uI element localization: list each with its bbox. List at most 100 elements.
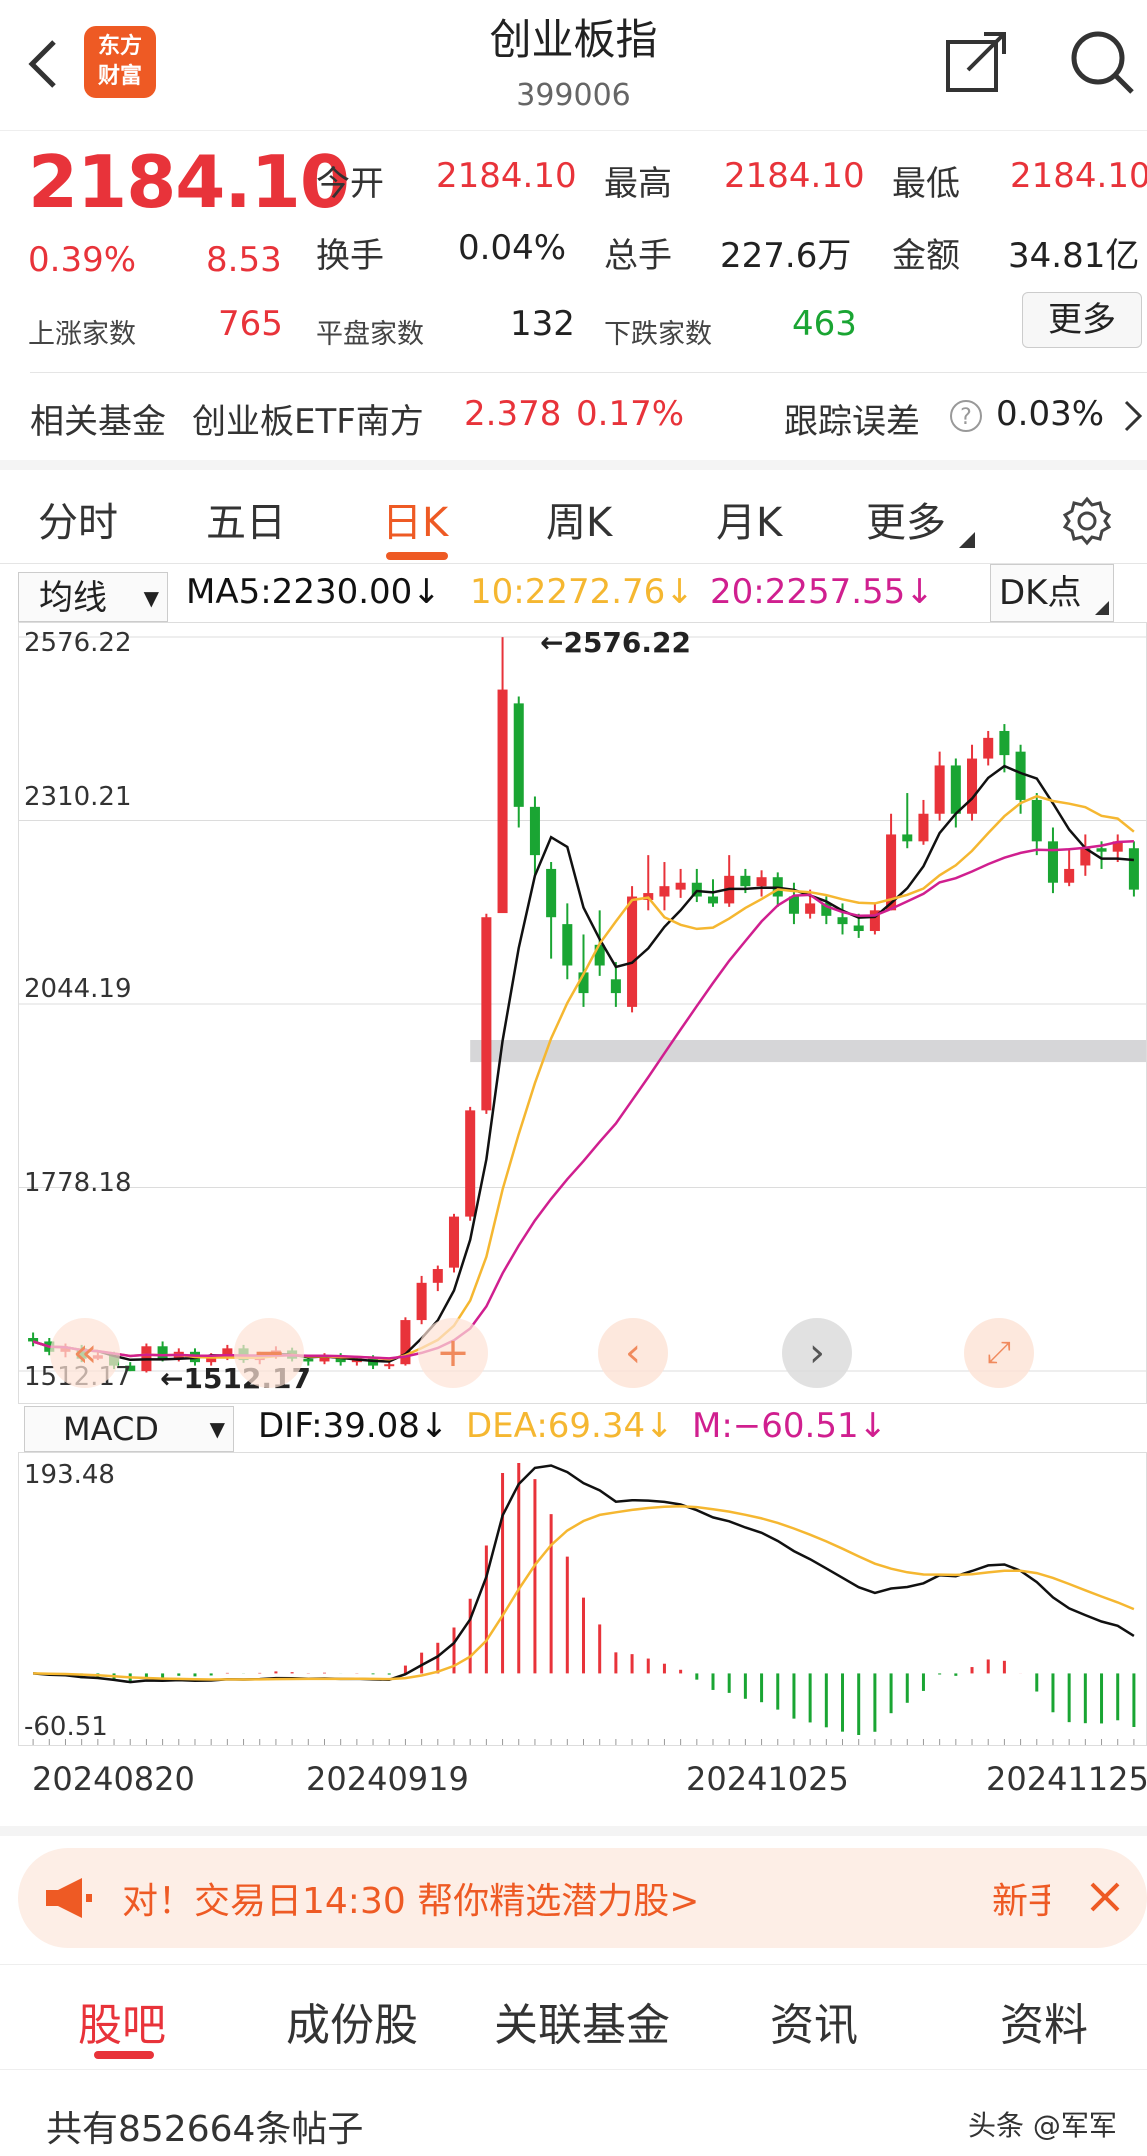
candle-body-37 xyxy=(627,896,638,1007)
turnover-value: 0.04% xyxy=(458,228,567,268)
macd-svg xyxy=(32,1463,1136,1745)
tab-forum[interactable]: 股吧 xyxy=(78,1989,166,2053)
banner-tag: 新手 xyxy=(992,1881,1050,1922)
macd-y-tick-0: 193.48 xyxy=(24,1460,115,1490)
candle-body-61 xyxy=(1015,751,1026,800)
top-bar: 东方 财富 创业板指 399006 xyxy=(0,0,1147,131)
fund-change: 0.17% xyxy=(576,394,685,434)
indicator-selector[interactable]: 均线 ▼ xyxy=(18,572,168,622)
candle-body-22 xyxy=(384,1364,395,1367)
fullscreen-icon[interactable]: ⤢ xyxy=(964,1318,1034,1388)
amount-value: 34.81亿 xyxy=(1008,236,1140,276)
change-pct: 0.39% xyxy=(28,240,137,280)
tab-profile[interactable]: 资料 xyxy=(1000,1989,1088,2053)
scroll-left-fast-button[interactable]: « xyxy=(50,1318,120,1388)
info-tabs: 股吧 成份股 关联基金 资讯 资料 xyxy=(0,1964,1147,2070)
reference-band xyxy=(470,1040,1146,1063)
candle-body-56 xyxy=(934,765,945,814)
dk-point-label: DK点 xyxy=(999,573,1082,613)
tab-constituents[interactable]: 成份股 xyxy=(286,1989,418,2053)
dropdown-corner-icon xyxy=(958,532,975,548)
help-icon[interactable]: ? xyxy=(948,398,984,434)
x-tick-2: 20241025 xyxy=(686,1760,849,1798)
high-value: 2184.10 xyxy=(724,156,865,196)
low-label: 最低 xyxy=(892,164,960,204)
tab-five-day[interactable]: 五日 xyxy=(206,490,286,548)
tab-news[interactable]: 资讯 xyxy=(770,1989,858,2053)
up-count: 765 xyxy=(218,304,283,344)
share-icon[interactable] xyxy=(944,28,1010,94)
ma20-value: 20:2257.55↓ xyxy=(710,572,934,612)
candle-body-40 xyxy=(675,882,686,890)
kline-chart[interactable] xyxy=(18,622,1147,1404)
x-tick-3: 20241125 xyxy=(986,1760,1147,1798)
close-icon[interactable] xyxy=(1088,1880,1122,1914)
volume-value: 227.6万 xyxy=(720,236,852,276)
macd-selector[interactable]: MACD ▼ xyxy=(24,1406,234,1452)
flat-count: 132 xyxy=(510,304,575,344)
y-tick-3: 1778.18 xyxy=(24,1168,132,1198)
tab-more[interactable]: 更多 xyxy=(866,490,975,548)
gear-icon[interactable] xyxy=(1062,496,1112,546)
promo-banner[interactable]: 对！交易日14:30 帮你精选潜力股> 新手 xyxy=(18,1848,1147,1948)
macd-selector-label: MACD xyxy=(63,1410,159,1448)
x-tick-0: 20240820 xyxy=(32,1760,195,1798)
dropdown-corner-icon xyxy=(1095,601,1109,615)
dif-value: DIF:39.08↓ xyxy=(258,1406,449,1446)
candle-body-68 xyxy=(1128,848,1139,890)
next-candle-button[interactable]: › xyxy=(782,1318,852,1388)
candle-body-42 xyxy=(707,896,719,904)
candle-body-30 xyxy=(513,703,524,807)
ma5-value: MA5:2230.00↓ xyxy=(186,572,441,612)
turnover-label: 换手 xyxy=(316,236,384,276)
candle-body-8 xyxy=(157,1346,168,1359)
related-fund-row[interactable]: 相关基金 创业板ETF南方 2.378 0.17% 跟踪误差 ? 0.03% xyxy=(0,374,1147,458)
divider xyxy=(30,372,1147,373)
svg-text:?: ? xyxy=(960,405,972,430)
kline-svg xyxy=(19,636,1146,1373)
candle-body-54 xyxy=(902,834,913,842)
ma10-value: 10:2272.76↓ xyxy=(470,572,694,612)
banner-text: 对！交易日14:30 帮你精选潜力股> xyxy=(122,1881,700,1922)
candle-body-44 xyxy=(740,875,751,887)
dk-point-button[interactable]: DK点 xyxy=(990,564,1114,622)
tab-related-funds[interactable]: 关联基金 xyxy=(494,1989,670,2053)
more-button[interactable]: 更多 xyxy=(1022,292,1142,348)
tab-monthly-k[interactable]: 月K xyxy=(716,490,782,548)
y-tick-2: 2044.19 xyxy=(24,974,132,1004)
candle-body-55 xyxy=(918,813,929,842)
candle-body-57 xyxy=(950,765,961,814)
watermark: 头条 @军军 xyxy=(968,2109,1117,2142)
candle-body-48 xyxy=(805,903,816,914)
y-tick-0: 2576.22 xyxy=(24,628,132,658)
candle-body-29 xyxy=(497,689,508,914)
zoom-out-button[interactable]: − xyxy=(234,1318,304,1388)
tab-weekly-k[interactable]: 周K xyxy=(546,490,612,548)
dea-value: DEA:69.34↓ xyxy=(466,1406,674,1446)
x-tick-1: 20240919 xyxy=(306,1760,469,1798)
candle-body-26 xyxy=(448,1216,460,1268)
tab-daily-k[interactable]: 日K xyxy=(382,490,448,548)
prev-candle-button[interactable]: ‹ xyxy=(598,1318,668,1388)
search-icon[interactable] xyxy=(1068,28,1138,98)
tracking-label: 跟踪误差 xyxy=(784,402,920,442)
macd-chart[interactable] xyxy=(18,1452,1147,1746)
amount-label: 金额 xyxy=(892,236,960,276)
caret-down-icon: ▼ xyxy=(209,1417,225,1441)
change-value: 8.53 xyxy=(206,240,282,280)
y-tick-1: 2310.21 xyxy=(24,782,132,812)
open-label: 今开 xyxy=(316,164,384,204)
tab-intraday[interactable]: 分时 xyxy=(38,490,118,548)
candle-body-33 xyxy=(562,924,573,966)
candle-body-62 xyxy=(1031,799,1042,842)
current-price: 2184.10 xyxy=(28,140,350,224)
zoom-in-button[interactable]: + xyxy=(418,1318,488,1388)
fund-name: 创业板ETF南方 xyxy=(192,402,424,442)
candle-body-50 xyxy=(837,917,848,925)
m-value: M:−60.51↓ xyxy=(692,1406,888,1446)
candle-body-24 xyxy=(416,1282,427,1321)
tracking-value: 0.03% xyxy=(996,394,1105,434)
candle-body-27 xyxy=(465,1110,476,1217)
section-divider xyxy=(0,1826,1147,1836)
down-count: 463 xyxy=(792,304,857,344)
